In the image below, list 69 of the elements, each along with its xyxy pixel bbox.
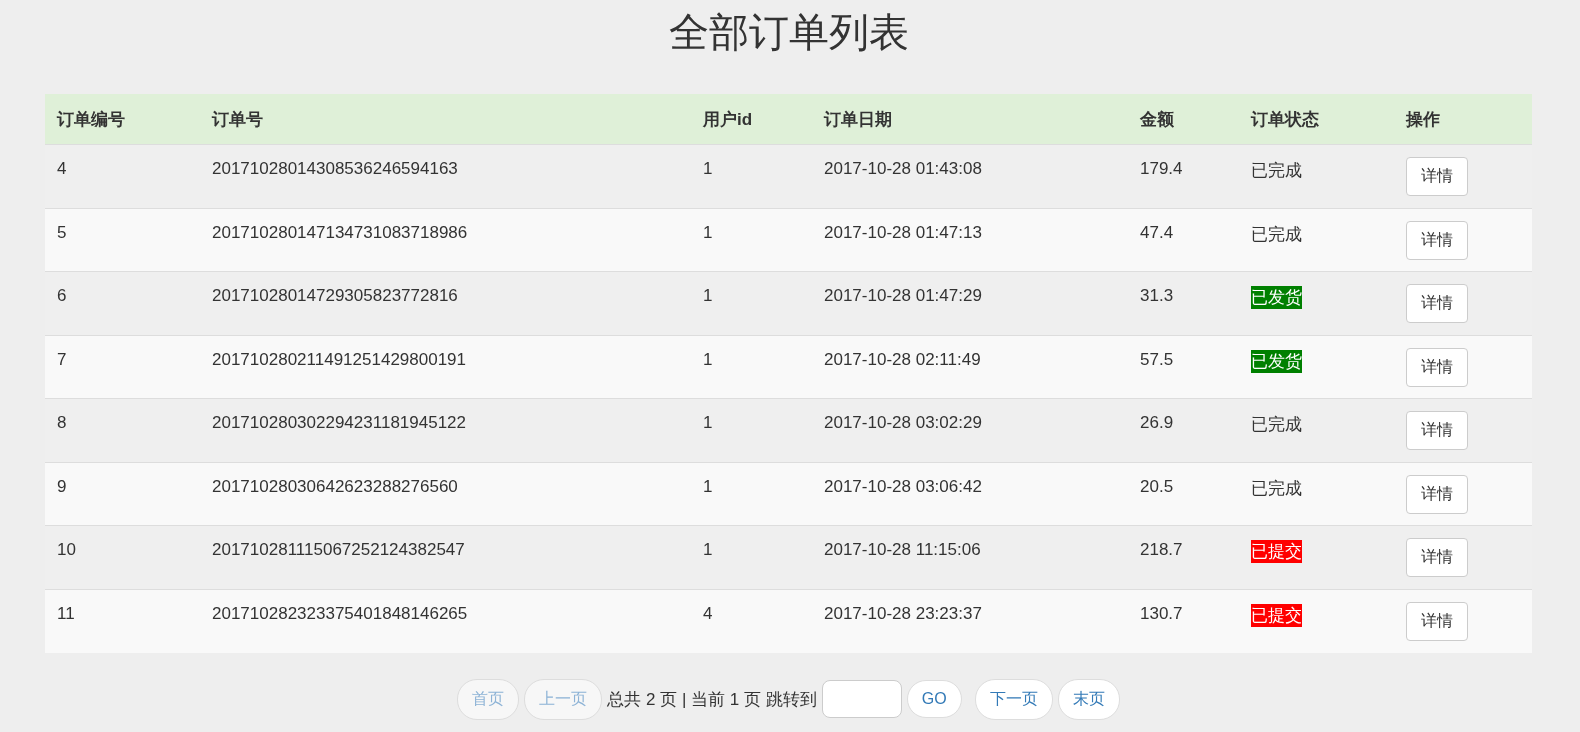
details-button[interactable]: 详情 <box>1406 284 1468 323</box>
table-cell: 6 <box>57 286 67 306</box>
status-text: 已完成 <box>1251 160 1302 182</box>
column-header: 订单日期 <box>812 94 1128 145</box>
table-cell: 20.5 <box>1140 476 1174 497</box>
column-header: 金额 <box>1128 94 1239 145</box>
page-title: 全部订单列表 <box>668 9 909 56</box>
status-badge: 已发货 <box>1251 349 1302 373</box>
last-page-button[interactable]: 末页 <box>1057 678 1120 720</box>
table-cell: 9 <box>57 476 67 497</box>
table-cell: 201710280147134731083718986 <box>212 222 468 243</box>
table-cell: 218.7 <box>1140 540 1183 560</box>
table-cell: 1 <box>703 413 713 433</box>
details-button[interactable]: 详情 <box>1406 601 1468 641</box>
table-cell: 47.4 <box>1140 222 1174 243</box>
table-cell: 2017-10-28 01:47:29 <box>824 286 982 306</box>
table-cell: 2017-10-28 01:43:08 <box>824 159 982 179</box>
details-button[interactable]: 详情 <box>1406 347 1468 387</box>
table-cell: 20171028030642623288276560 <box>212 476 458 497</box>
table-cell: 26.9 <box>1140 413 1174 433</box>
table-cell: 1 <box>703 476 713 497</box>
table-cell: 4 <box>57 159 67 179</box>
table-cell: 20171028014308536246594163 <box>212 159 458 179</box>
table-cell: 2017-10-28 03:02:29 <box>824 413 982 433</box>
table-cell: 11 <box>57 603 75 624</box>
status-text: 已完成 <box>1251 477 1302 500</box>
table-cell: 8 <box>57 413 67 433</box>
status-badge: 已提交 <box>1251 603 1302 627</box>
column-header: 订单编号 <box>45 94 200 145</box>
table-cell: 1 <box>703 540 713 560</box>
details-button[interactable]: 详情 <box>1406 538 1468 577</box>
table-cell: 2017-10-28 11:15:06 <box>824 540 981 560</box>
table-cell: 10 <box>57 540 76 560</box>
table-cell: 57.5 <box>1140 349 1174 370</box>
table-cell: 31.3 <box>1140 286 1174 306</box>
column-header: 用户id <box>691 94 812 145</box>
table-cell: 2017-10-28 23:23:37 <box>824 603 982 624</box>
page-input-field[interactable] <box>821 680 902 718</box>
table-cell: 2017-10-28 02:11:49 <box>824 349 981 370</box>
status-badge: 已发货 <box>1251 286 1302 309</box>
table-cell: 1 <box>703 286 713 306</box>
go-button[interactable]: GO <box>906 680 962 718</box>
table-cell: 130.7 <box>1140 603 1183 624</box>
status-badge: 已提交 <box>1251 540 1302 563</box>
table-cell: 1 <box>703 159 713 179</box>
table-cell: 7 <box>57 349 67 370</box>
table-cell: 179.4 <box>1140 159 1183 179</box>
status-text: 已完成 <box>1251 414 1302 436</box>
status-text: 已完成 <box>1251 223 1302 246</box>
table-cell: 201710282323375401848146265 <box>212 603 468 624</box>
details-button[interactable]: 详情 <box>1406 220 1468 260</box>
table-cell: 201710280302294231181945122 <box>212 413 466 433</box>
column-header: 操作 <box>1394 94 1532 145</box>
table-cell: 1 <box>703 349 713 370</box>
table-cell: 1 <box>703 222 713 243</box>
details-button[interactable]: 详情 <box>1406 474 1468 514</box>
table-cell: 5 <box>57 222 67 243</box>
details-button[interactable]: 详情 <box>1406 157 1468 196</box>
column-header: 订单号 <box>200 94 691 145</box>
table-cell: 201710281115067252124382547 <box>212 540 465 560</box>
column-header: 订单状态 <box>1239 94 1394 145</box>
details-button[interactable]: 详情 <box>1406 411 1468 450</box>
page-summary: 总共 2 页 | 当前 1 页 跳转到 <box>607 688 817 711</box>
table-cell: 2017-10-28 03:06:42 <box>824 476 982 497</box>
table-cell: 20171028014729305823772816 <box>212 286 458 306</box>
table-cell: 4 <box>703 603 713 624</box>
next-page-button[interactable]: 下一页 <box>974 678 1053 720</box>
table-cell: 2017-10-28 01:47:13 <box>824 222 982 243</box>
table-cell: 201710280211491251429800191 <box>212 349 466 370</box>
